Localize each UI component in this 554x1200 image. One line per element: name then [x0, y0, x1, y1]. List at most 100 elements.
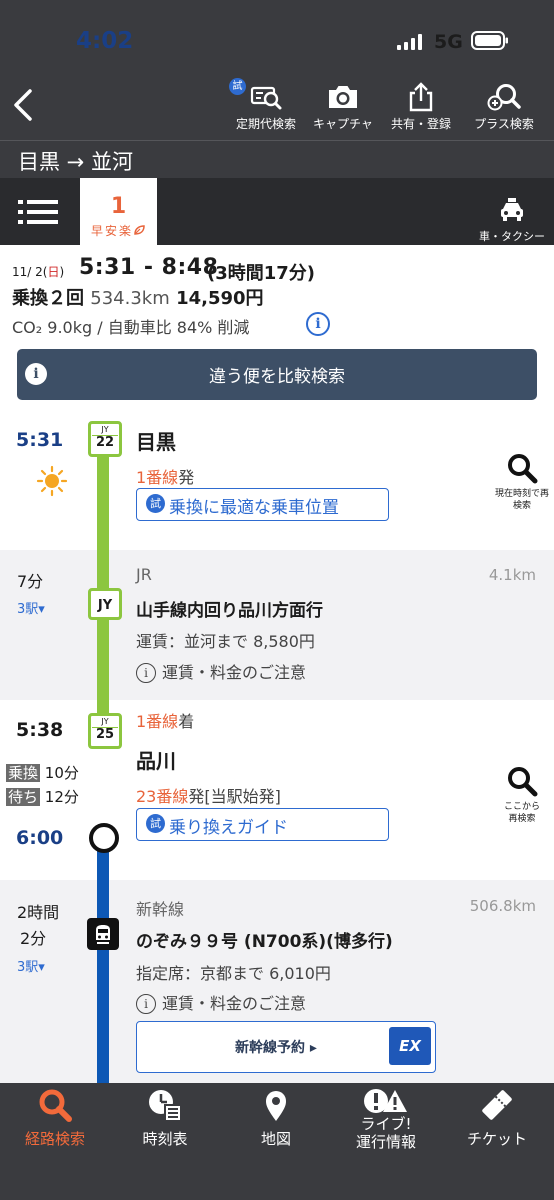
status-time: 4:02	[76, 28, 134, 54]
total-duration: (3時間17分)	[207, 263, 316, 284]
commuter-pass-search-icon	[250, 86, 282, 110]
route-search-icon	[39, 1089, 72, 1122]
departure-platform: 1番線発	[136, 468, 195, 487]
capture-label: キャプチャ	[313, 117, 373, 131]
shinkansen-line-bar	[97, 825, 109, 1083]
co2-info: CO₂ 9.0kg / 自動車比 84% 削減	[12, 318, 250, 337]
segment-distance: 4.1km	[488, 566, 536, 584]
share-register-button[interactable]: 共有・登録	[384, 82, 458, 132]
camera-icon	[329, 86, 357, 108]
map-pin-icon	[266, 1091, 286, 1121]
fare-notice-link[interactable]: i 運賃・料金のご注意	[136, 659, 306, 683]
chevron-left-icon	[14, 89, 32, 121]
shinkansen-icon	[87, 918, 119, 950]
segment-distance: 506.8km	[469, 897, 536, 915]
transfer-station[interactable]: 品川	[136, 745, 176, 774]
nav-ticket[interactable]: チケット	[442, 1088, 552, 1149]
plus-search-label: プラス検索	[474, 117, 534, 131]
back-button[interactable]	[8, 85, 38, 125]
boarding-position-label: 乗換に最適な乗車位置	[169, 498, 339, 518]
nav-live-info-label: 運行情報	[355, 1133, 416, 1151]
nav-map-label: 地図	[260, 1130, 291, 1148]
research-now-label: 現在時刻で再検索	[494, 489, 549, 511]
segment-operator: 新幹線	[136, 900, 185, 919]
route-title: 目黒 → 並河	[18, 150, 133, 174]
segment-operator: JR	[136, 565, 152, 584]
capture-button[interactable]: キャプチャ	[306, 82, 380, 132]
share-icon	[409, 82, 433, 112]
nav-live-info[interactable]: ライブ! 運行情報	[331, 1088, 441, 1152]
nav-route-search-label: 経路検索	[24, 1130, 85, 1148]
segment-stops-toggle[interactable]: 3駅▾	[17, 956, 45, 975]
segment-fare: 運賃：並河まで 8,580円	[136, 632, 315, 651]
co2-info-icon[interactable]: i	[306, 312, 330, 336]
travel-date: 11/ 2(日)	[12, 265, 65, 279]
nav-route-search[interactable]: 経路検索	[0, 1088, 110, 1149]
train-name[interactable]: 山手線内回り品川方面行	[136, 596, 323, 621]
departure-time: 5:31	[16, 429, 64, 451]
transfer-guide-label: 乗り換えガイド	[169, 818, 288, 838]
segment-stops-toggle[interactable]: 3駅▾	[17, 598, 45, 617]
segment-duration: 2時間	[17, 903, 60, 922]
live-alert-icon	[364, 1089, 407, 1113]
sunny-icon	[36, 465, 68, 501]
departure-platform: 23番線発[当駅始発]	[136, 787, 281, 806]
research-now-button[interactable]: 現在時刻で再検索	[490, 452, 554, 512]
ticket-icon	[482, 1090, 512, 1120]
transfer-guide-button[interactable]: 試 乗り換えガイド	[136, 808, 389, 841]
depart-arrive-times: 5:31 - 8:48	[79, 255, 219, 280]
nav-live-info-label-top: ライブ!	[360, 1115, 412, 1133]
network-type: 5G	[434, 31, 463, 53]
transfer-count: 乗換２回	[12, 288, 84, 309]
connection-departure-time: 6:00	[16, 827, 64, 849]
info-icon: i	[136, 994, 156, 1014]
segment-fare: 指定席：京都まで 6,010円	[136, 964, 331, 983]
route-list-button[interactable]	[18, 199, 60, 225]
segment-duration-minutes: 2分	[20, 929, 47, 948]
boarding-position-button[interactable]: 試 乗換に最適な乗車位置	[136, 488, 389, 521]
research-from-here-button[interactable]: ここから再検索	[490, 765, 554, 825]
battery-icon	[471, 31, 508, 50]
plus-search-button[interactable]: プラス検索	[461, 82, 547, 132]
nav-ticket-label: チケット	[466, 1130, 527, 1148]
compare-search-button[interactable]: i 違う便を比較検索	[17, 349, 537, 400]
list-icon	[18, 200, 58, 224]
ex-logo: EX	[389, 1027, 431, 1065]
taxi-icon	[501, 198, 523, 221]
tab-route-number: 1	[110, 194, 127, 219]
arrival-platform: 1番線着	[136, 712, 195, 731]
timetable-icon	[149, 1090, 182, 1122]
nav-map[interactable]: 地図	[221, 1088, 331, 1149]
share-register-label: 共有・登録	[390, 117, 451, 131]
total-distance: 534.3km	[90, 288, 170, 309]
yamanote-line-bar	[97, 440, 109, 725]
segment-duration: 7分	[17, 572, 44, 591]
station-number-badge: JY 25	[88, 713, 122, 749]
transfer-time: 乗換 10分	[6, 764, 79, 782]
commuter-pass-search-button[interactable]: 定期代検索	[228, 82, 304, 132]
search-icon	[508, 767, 538, 797]
tab-route-1[interactable]: 1 早安楽	[80, 178, 157, 245]
fare-notice-link[interactable]: i 運賃・料金のご注意	[136, 990, 306, 1014]
search-icon	[508, 454, 538, 484]
info-icon: i	[136, 663, 156, 683]
tab-route-tags: 早安楽	[80, 222, 157, 239]
departure-station[interactable]: 目黒	[136, 426, 176, 455]
departure-section	[0, 408, 554, 550]
line-badge: JY	[88, 588, 122, 620]
shinkansen-reserve-label: 新幹線予約 ▸	[235, 1040, 317, 1056]
research-from-here-label: ここから再検索	[503, 802, 540, 824]
plus-search-icon	[487, 84, 521, 111]
eco-leaf-icon	[134, 225, 145, 235]
wait-time: 待ち 12分	[6, 788, 79, 806]
summary-stats: 乗換２回 534.3km 14,590円	[12, 284, 264, 310]
arrival-time: 5:38	[16, 719, 64, 741]
commuter-pass-search-label: 定期代検索	[235, 117, 296, 131]
nav-timetable[interactable]: 時刻表	[110, 1088, 220, 1149]
train-name[interactable]: のぞみ９９号 (N700系)(博多行)	[136, 927, 393, 952]
car-taxi-button[interactable]: 車・タクシー	[474, 198, 550, 244]
shinkansen-reserve-button[interactable]: 新幹線予約 ▸ EX	[136, 1021, 436, 1073]
signal-icon	[397, 34, 427, 50]
station-number-badge: JY 22	[88, 421, 122, 457]
trial-badge: 試	[146, 494, 165, 513]
